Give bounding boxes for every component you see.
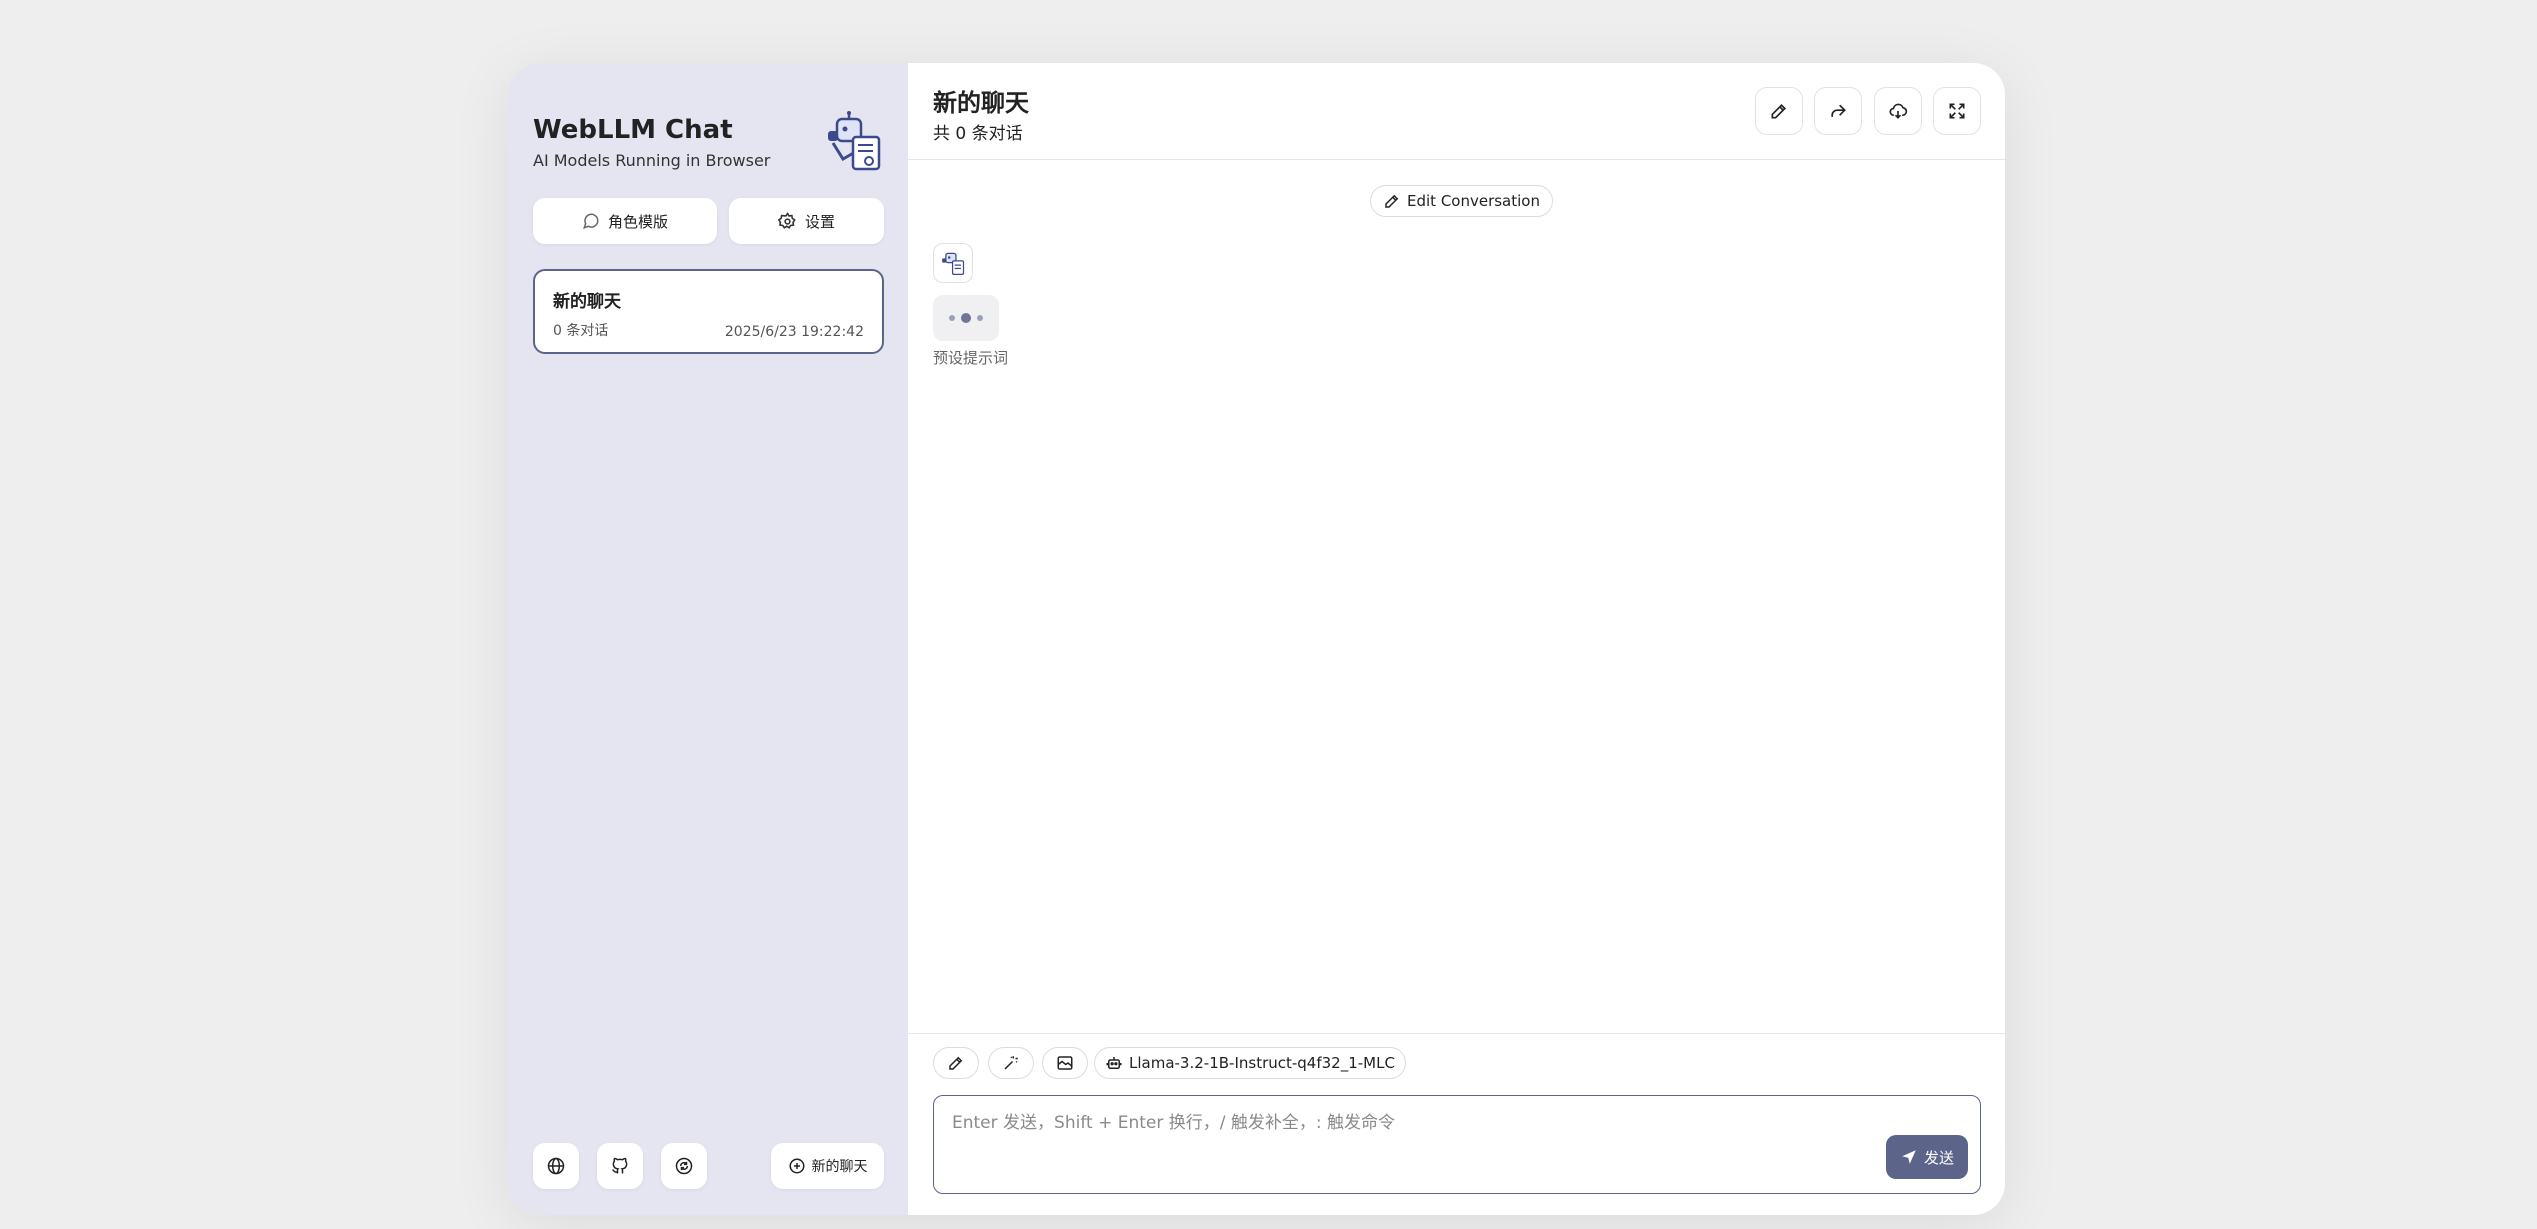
magic-wand-icon [1002,1054,1020,1072]
prompt-hints-chip[interactable] [988,1047,1034,1079]
send-icon [1900,1148,1918,1166]
app-window: WebLLM Chat AI Models Running in Browser… [508,63,2005,1215]
robot-logo-icon [940,250,966,276]
language-button[interactable] [533,1143,579,1189]
sync-button[interactable] [661,1143,707,1189]
plus-circle-icon [788,1157,806,1175]
pencil-icon [1769,101,1789,121]
chat-bubble-icon [582,212,600,230]
gear-icon [777,211,797,231]
upload-image-chip[interactable] [1042,1047,1088,1079]
chat-item-time: 2025/6/23 19:22:42 [724,324,864,340]
input-panel: Llama-3.2-1B-Instruct-q4f32_1-MLC 发送 [908,1033,2005,1215]
mask-templates-label: 角色模版 [607,212,668,231]
pencil-icon [947,1054,965,1072]
sync-icon [674,1156,694,1176]
edit-prompt-chip[interactable] [933,1047,979,1079]
github-icon [610,1156,630,1176]
robot-icon [1105,1054,1123,1072]
new-chat-label: 新的聊天 [811,1159,868,1175]
chat-item-count: 0 条对话 [553,323,609,339]
send-label: 发送 [1923,1148,1954,1167]
share-button[interactable] [1814,87,1862,135]
settings-button[interactable]: 设置 [729,198,884,244]
pencil-icon [1383,192,1401,210]
preset-prompt-label: 预设提示词 [933,349,1009,367]
model-select-chip[interactable]: Llama-3.2-1B-Instruct-q4f32_1-MLC [1094,1047,1406,1079]
chat-message-count: 共 0 条对话 [933,124,1023,144]
chat-title: 新的聊天 [933,89,1029,117]
mask-templates-button[interactable]: 角色模版 [533,198,717,244]
message-input-box: 发送 [933,1095,1981,1194]
edit-conversation-label: Edit Conversation [1407,192,1540,210]
share-icon [1828,101,1848,121]
app-title: WebLLM Chat [533,115,733,145]
bot-avatar [933,243,973,283]
sidebar: WebLLM Chat AI Models Running in Browser… [508,63,908,1215]
rename-button[interactable] [1755,87,1803,135]
message-input[interactable] [934,1096,1980,1193]
globe-icon [546,1156,566,1176]
send-button[interactable]: 发送 [1886,1135,1968,1179]
github-button[interactable] [597,1143,643,1189]
settings-label: 设置 [804,212,835,231]
fullscreen-button[interactable] [1933,87,1981,135]
new-chat-button[interactable]: 新的聊天 [771,1143,884,1189]
maximize-icon [1947,101,1967,121]
download-cloud-icon [1888,101,1908,121]
image-icon [1056,1054,1074,1072]
chat-header: 新的聊天 共 0 条对话 [908,63,2005,160]
app-subtitle: AI Models Running in Browser [533,151,771,170]
export-button[interactable] [1874,87,1922,135]
typing-indicator [933,295,999,341]
robot-logo-icon [823,111,885,173]
chat-main: 新的聊天 共 0 条对话 Edit Conversation 预设提示词 Lla… [908,63,2005,1215]
chat-item-title: 新的聊天 [553,292,621,312]
edit-conversation-button[interactable]: Edit Conversation [1370,185,1553,217]
model-name: Llama-3.2-1B-Instruct-q4f32_1-MLC [1129,1054,1395,1072]
chat-list-item[interactable]: 新的聊天 0 条对话 2025/6/23 19:22:42 [533,269,884,354]
